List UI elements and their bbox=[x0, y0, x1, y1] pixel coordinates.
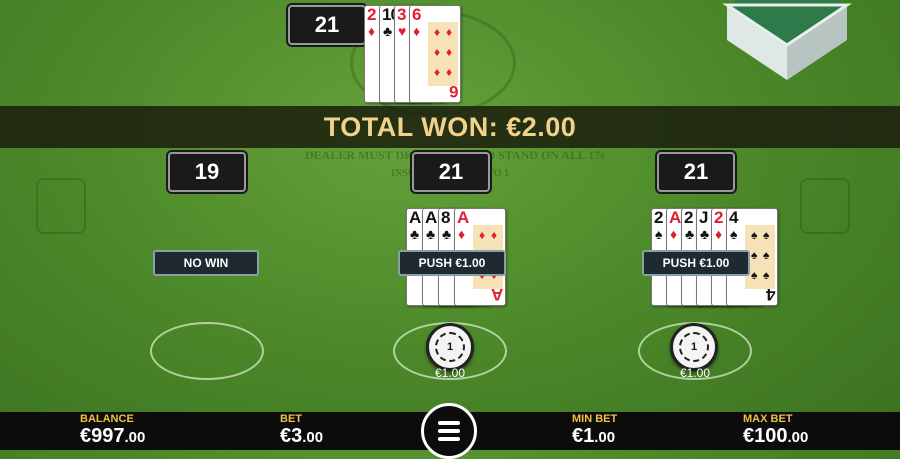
card-pip-icon: ♦ bbox=[434, 65, 441, 79]
card-suit-icon: ♥ bbox=[398, 23, 407, 39]
card-rank-bottom: 4 bbox=[765, 285, 775, 304]
card-suit-icon: ♦ bbox=[413, 23, 421, 39]
card-pip-icon: ♠ bbox=[763, 268, 770, 282]
hand-2-bet-amount: €1.00 bbox=[434, 366, 466, 380]
card-pip-icon: ♦ bbox=[434, 25, 441, 39]
bet-cents: .00 bbox=[302, 429, 324, 446]
card-rank: 2 bbox=[654, 208, 664, 227]
min-bet-value: €1.00 bbox=[572, 425, 615, 448]
card-suit-icon: ♣ bbox=[442, 226, 452, 242]
card-suit-icon: ♦ bbox=[458, 226, 466, 242]
card-rank: 4 bbox=[729, 208, 739, 227]
balance-whole: €997 bbox=[80, 425, 125, 447]
menu-icon-bar bbox=[438, 421, 460, 425]
min-bet-whole: €1 bbox=[572, 425, 595, 447]
card-pip-icon: ♦ bbox=[446, 25, 453, 39]
card-suit-icon: ♠ bbox=[730, 226, 738, 242]
card-rank: A bbox=[457, 208, 469, 227]
card-rank: 8 bbox=[441, 208, 451, 227]
min-bet-label: MIN BET bbox=[572, 413, 618, 425]
hand-3-result: PUSH €1.00 bbox=[642, 250, 750, 276]
card-shoe-icon bbox=[722, 0, 852, 80]
card-suit-icon: ♦ bbox=[670, 226, 678, 242]
card-pip-icon: ♦ bbox=[446, 45, 453, 59]
side-bet-left-icon bbox=[36, 178, 86, 234]
hand-2-score: 21 bbox=[412, 152, 490, 192]
max-bet-whole: €100 bbox=[743, 425, 788, 447]
total-won-banner: TOTAL WON: €2.00 bbox=[0, 106, 900, 148]
balance-label: BALANCE bbox=[80, 413, 134, 425]
min-bet-cents: .00 bbox=[594, 429, 616, 446]
hand-1-result: NO WIN bbox=[153, 250, 259, 276]
card-rank: 6 bbox=[412, 5, 422, 24]
dealer-score: 21 bbox=[288, 5, 366, 45]
card-pip-icon: ♠ bbox=[751, 248, 758, 262]
card-suit-icon: ♦ bbox=[715, 226, 723, 242]
card-pip-icon: ♦ bbox=[446, 65, 453, 79]
card-suit-icon: ♣ bbox=[410, 226, 420, 242]
balance-cents: .00 bbox=[124, 429, 146, 446]
bet-label: BET bbox=[280, 413, 302, 425]
card-pip-icon: ♠ bbox=[751, 268, 758, 282]
card-rank: 2 bbox=[714, 208, 724, 227]
chip-value: 1 bbox=[679, 332, 709, 362]
card-rank-bottom: 6 bbox=[448, 82, 458, 101]
hand-1-bet-spot[interactable] bbox=[150, 322, 264, 380]
card-rank: A bbox=[669, 208, 681, 227]
bet-value: €3.00 bbox=[280, 425, 323, 448]
hand-1-score: 19 bbox=[168, 152, 246, 192]
card-rank: 2 bbox=[367, 5, 377, 24]
max-bet-label: MAX BET bbox=[743, 413, 793, 425]
card-rank-bottom: A bbox=[490, 285, 503, 304]
hand-2-chip: 1 bbox=[426, 323, 474, 371]
bet-whole: €3 bbox=[280, 425, 303, 447]
max-bet-cents: .00 bbox=[787, 429, 809, 446]
card-rank: A bbox=[409, 208, 421, 227]
total-won-text: TOTAL WON: €2.00 bbox=[323, 111, 577, 142]
hand-3-bet-amount: €1.00 bbox=[679, 366, 711, 380]
card-suit-icon: ♦ bbox=[368, 23, 376, 39]
card-rank: 3 bbox=[397, 5, 407, 24]
dealer-card-4: 6 ♦ ♦ ♦ ♦ ♦ ♦ ♦ 6 bbox=[409, 5, 461, 103]
card-rank: J bbox=[699, 208, 709, 227]
card-pip-icon: ♠ bbox=[763, 248, 770, 262]
hand-2-result: PUSH €1.00 bbox=[398, 250, 506, 276]
card-suit-icon: ♠ bbox=[655, 226, 663, 242]
card-rank: A bbox=[425, 208, 437, 227]
card-suit-icon: ♣ bbox=[426, 226, 436, 242]
max-bet-value: €100.00 bbox=[743, 425, 808, 448]
card-pip-icon: ♦ bbox=[491, 228, 498, 242]
balance-value: €997.00 bbox=[80, 425, 145, 448]
side-bet-right-icon bbox=[800, 178, 850, 234]
card-rank: 2 bbox=[684, 208, 694, 227]
card-suit-icon: ♣ bbox=[700, 226, 710, 242]
card-pip-icon: ♦ bbox=[479, 228, 486, 242]
menu-icon-bar bbox=[438, 437, 460, 441]
card-pip-icon: ♦ bbox=[434, 45, 441, 59]
hand-3-score: 21 bbox=[657, 152, 735, 192]
hand-3-chip: 1 bbox=[670, 323, 718, 371]
card-suit-icon: ♣ bbox=[685, 226, 695, 242]
chip-value: 1 bbox=[435, 332, 465, 362]
card-suit-icon: ♣ bbox=[383, 23, 393, 39]
menu-button[interactable] bbox=[421, 403, 477, 459]
menu-icon-bar bbox=[438, 429, 460, 433]
card-face-panel: ♦ ♦ ♦ ♦ ♦ ♦ bbox=[428, 22, 458, 86]
card-pip-icon: ♠ bbox=[751, 228, 758, 242]
card-pip-icon: ♠ bbox=[763, 228, 770, 242]
